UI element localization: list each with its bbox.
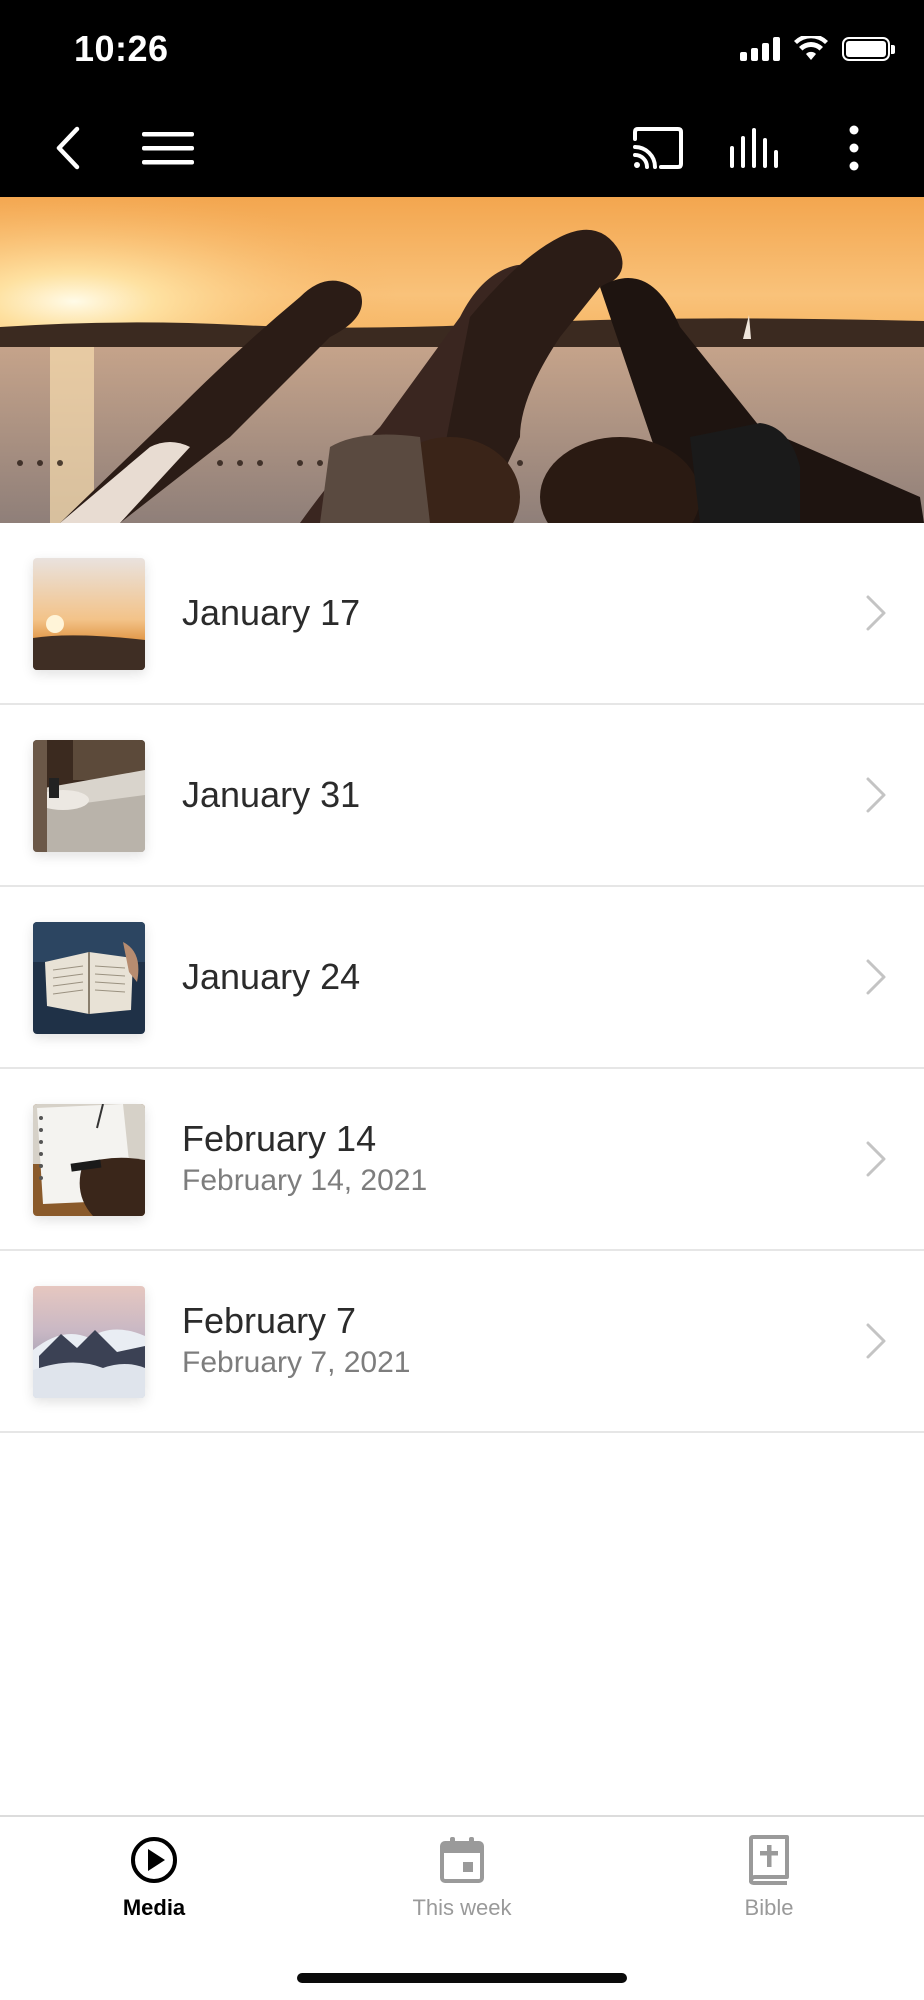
status-time: 10:26 bbox=[74, 28, 169, 69]
list-item[interactable]: February 7 February 7, 2021 bbox=[0, 1251, 924, 1433]
list-item[interactable]: January 31 bbox=[0, 705, 924, 887]
home-indicator[interactable] bbox=[297, 1973, 627, 1983]
equalizer-icon bbox=[730, 128, 778, 168]
list-item-title: February 14 bbox=[182, 1118, 377, 1159]
hamburger-icon bbox=[142, 132, 194, 165]
chevron-left-icon bbox=[56, 126, 80, 170]
audio-button[interactable] bbox=[725, 118, 785, 178]
list-item-text: January 24 bbox=[182, 887, 360, 1067]
play-circle-icon bbox=[131, 1837, 177, 1883]
list-item-title: January 31 bbox=[182, 774, 361, 815]
hero-image bbox=[0, 197, 924, 523]
tab-this-week-label: This week bbox=[412, 1895, 512, 1920]
app-screen: 10:26 January 17 January 31 January 24 F… bbox=[0, 0, 924, 2000]
living-room-table-thumbnail bbox=[33, 740, 145, 852]
cast-button[interactable] bbox=[627, 118, 687, 178]
tab-bible[interactable]: Bible bbox=[649, 1835, 889, 1945]
battery-icon bbox=[842, 37, 895, 61]
list-item[interactable]: February 14 February 14, 2021 bbox=[0, 1069, 924, 1251]
chevron-right-icon bbox=[866, 1323, 886, 1359]
status-icons bbox=[740, 36, 895, 62]
cast-icon bbox=[633, 127, 683, 169]
bible-icon bbox=[749, 1835, 789, 1885]
mountain-clouds-thumbnail bbox=[33, 1286, 145, 1398]
more-options-button[interactable] bbox=[824, 118, 884, 178]
open-bible-thumbnail bbox=[33, 922, 145, 1034]
list-item-title: January 17 bbox=[182, 592, 361, 633]
list-item-title: January 24 bbox=[182, 956, 361, 997]
list-item-text: January 17 bbox=[182, 523, 360, 703]
sunset-horizon-thumbnail bbox=[33, 558, 145, 670]
chevron-right-icon bbox=[866, 777, 886, 813]
tab-bible-label: Bible bbox=[744, 1895, 794, 1920]
list-item-title: February 7 bbox=[182, 1300, 357, 1341]
hero-banner bbox=[0, 197, 924, 523]
calendar-icon bbox=[440, 1837, 484, 1883]
cellular-signal-icon bbox=[740, 37, 780, 61]
list-item[interactable]: January 24 bbox=[0, 887, 924, 1069]
list-item[interactable]: January 17 bbox=[0, 523, 924, 705]
notebook-writing-thumbnail bbox=[33, 1104, 145, 1216]
list-item-text: February 14 February 14, 2021 bbox=[182, 1069, 427, 1249]
back-button[interactable] bbox=[38, 118, 98, 178]
list-item-text: February 7 February 7, 2021 bbox=[182, 1251, 410, 1431]
tab-media-label: Media bbox=[122, 1895, 186, 1920]
list-item-date: February 7, 2021 bbox=[182, 1346, 411, 1379]
menu-button[interactable] bbox=[138, 118, 198, 178]
list-item-date: February 14, 2021 bbox=[182, 1164, 428, 1197]
list-item-text: January 31 bbox=[182, 705, 360, 885]
navigation-bar bbox=[0, 100, 924, 197]
tab-this-week[interactable]: This week bbox=[342, 1835, 582, 1945]
media-list: January 17 January 31 January 24 Februar… bbox=[0, 523, 924, 1433]
tab-media[interactable]: Media bbox=[34, 1835, 274, 1945]
chevron-right-icon bbox=[866, 959, 886, 995]
status-bar: 10:26 bbox=[0, 0, 924, 100]
chevron-right-icon bbox=[866, 1141, 886, 1177]
more-vertical-icon bbox=[849, 125, 859, 171]
wifi-icon bbox=[794, 36, 828, 60]
chevron-right-icon bbox=[866, 595, 886, 631]
